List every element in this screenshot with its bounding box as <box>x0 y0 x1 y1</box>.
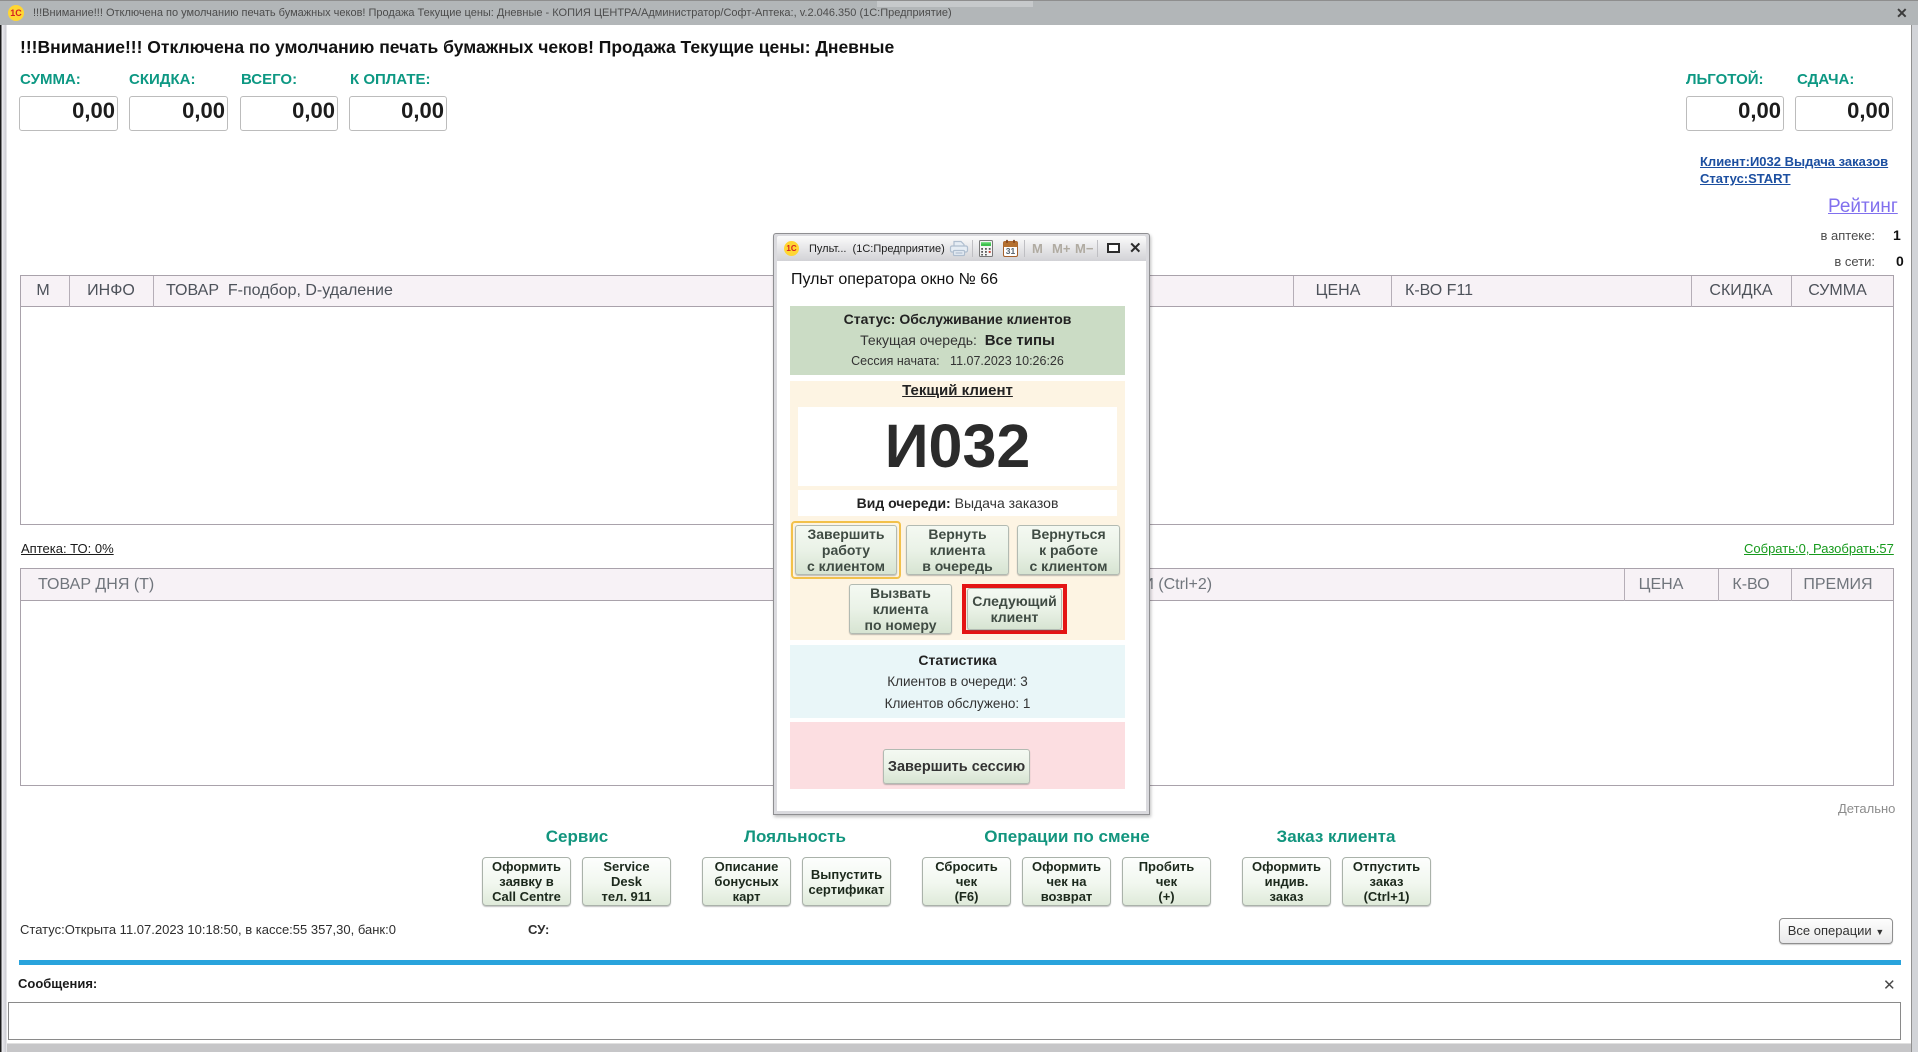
svg-text:31: 31 <box>1006 246 1016 256</box>
